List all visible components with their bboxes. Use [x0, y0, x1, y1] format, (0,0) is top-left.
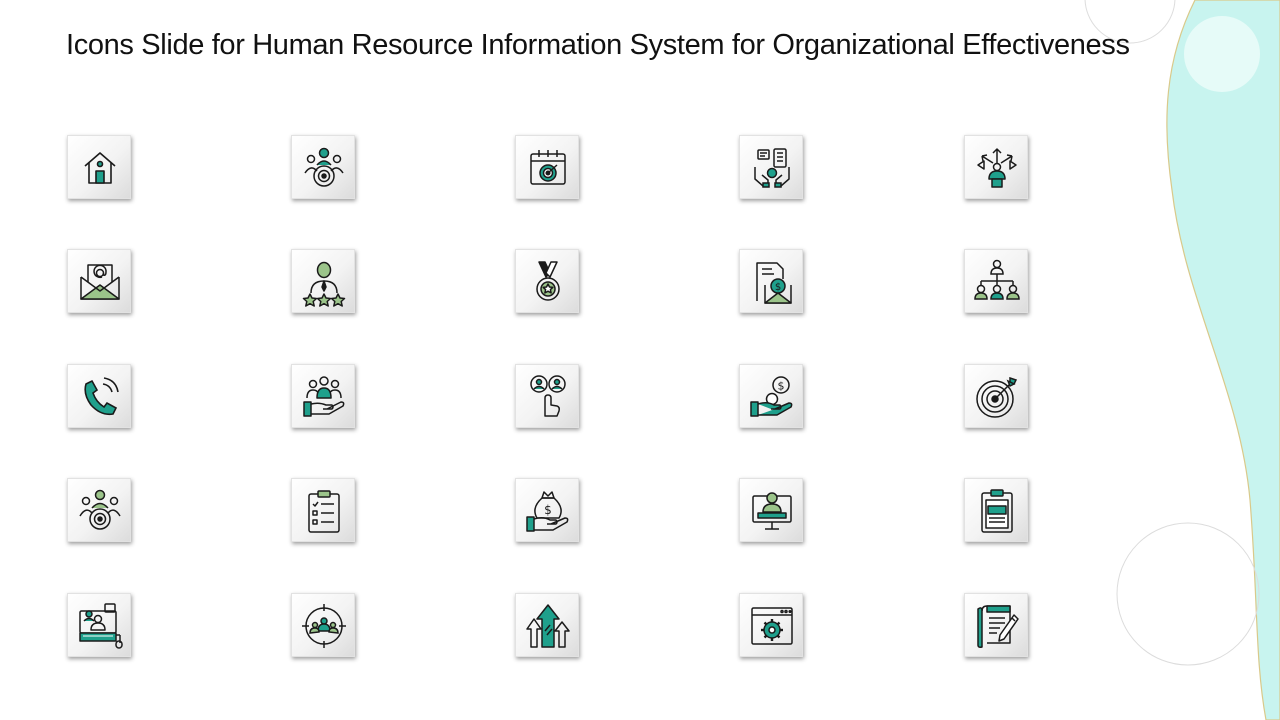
home-icon [84, 152, 116, 184]
icon-tile [67, 135, 131, 199]
target-icon [976, 376, 1018, 418]
decor-circle-top-white [1184, 16, 1260, 92]
svg-text:$: $ [775, 282, 781, 293]
hand-team-icon [303, 376, 345, 417]
icon-tile [67, 364, 131, 428]
growth-arrows-icon [526, 604, 570, 648]
icon-tile [964, 478, 1028, 542]
icon-tile [291, 593, 355, 657]
icon-tile [964, 364, 1028, 428]
org-chart-icon [974, 259, 1020, 300]
icon-tile: $ [739, 249, 803, 313]
icon-tile [515, 249, 579, 313]
phone-call-icon [84, 377, 119, 416]
employee-rating-icon [302, 261, 346, 307]
icon-tile [739, 135, 803, 199]
icon-tile [67, 478, 131, 542]
email-envelope-icon [80, 264, 120, 300]
icon-tile [67, 249, 131, 313]
icon-tile [739, 478, 803, 542]
checklist-clipboard-icon [308, 490, 340, 533]
icon-grid: $ $ $ [0, 0, 1100, 720]
browser-settings-icon [751, 607, 793, 645]
icon-tile [964, 593, 1028, 657]
focus-team-icon [302, 604, 346, 648]
icon-tile: $ [739, 364, 803, 428]
icon-tile [515, 364, 579, 428]
icon-tile [67, 593, 131, 657]
icon-tile [291, 135, 355, 199]
document-payment-icon: $ [756, 262, 792, 304]
icon-tile [739, 593, 803, 657]
icon-tile [515, 593, 579, 657]
team-target-icon [304, 147, 344, 187]
document-pen-icon [977, 605, 1019, 648]
decor-circle-bottom-outline [1116, 522, 1260, 666]
svg-text:$: $ [544, 503, 552, 517]
icon-tile: $ [515, 478, 579, 542]
svg-text:$: $ [778, 380, 785, 393]
aqua-side-panel [1166, 0, 1280, 720]
clipboard-document-icon [981, 489, 1013, 533]
hand-dollar-icon: $ [750, 376, 793, 417]
arrows-person-icon [977, 148, 1017, 188]
icon-tile [291, 478, 355, 542]
team-target-icon [79, 489, 121, 530]
icon-tile [291, 249, 355, 313]
monitor-profile-icon [752, 492, 792, 530]
money-bag-hand-icon: $ [526, 491, 569, 532]
icon-tile [515, 135, 579, 199]
icon-tile [291, 364, 355, 428]
calendar-target-icon [530, 150, 566, 185]
icon-tile [964, 249, 1028, 313]
online-meeting-icon [79, 603, 123, 649]
hands-tablet-icon [754, 148, 790, 188]
select-person-icon [530, 375, 566, 417]
medal-icon [536, 261, 560, 301]
icon-tile [964, 135, 1028, 199]
